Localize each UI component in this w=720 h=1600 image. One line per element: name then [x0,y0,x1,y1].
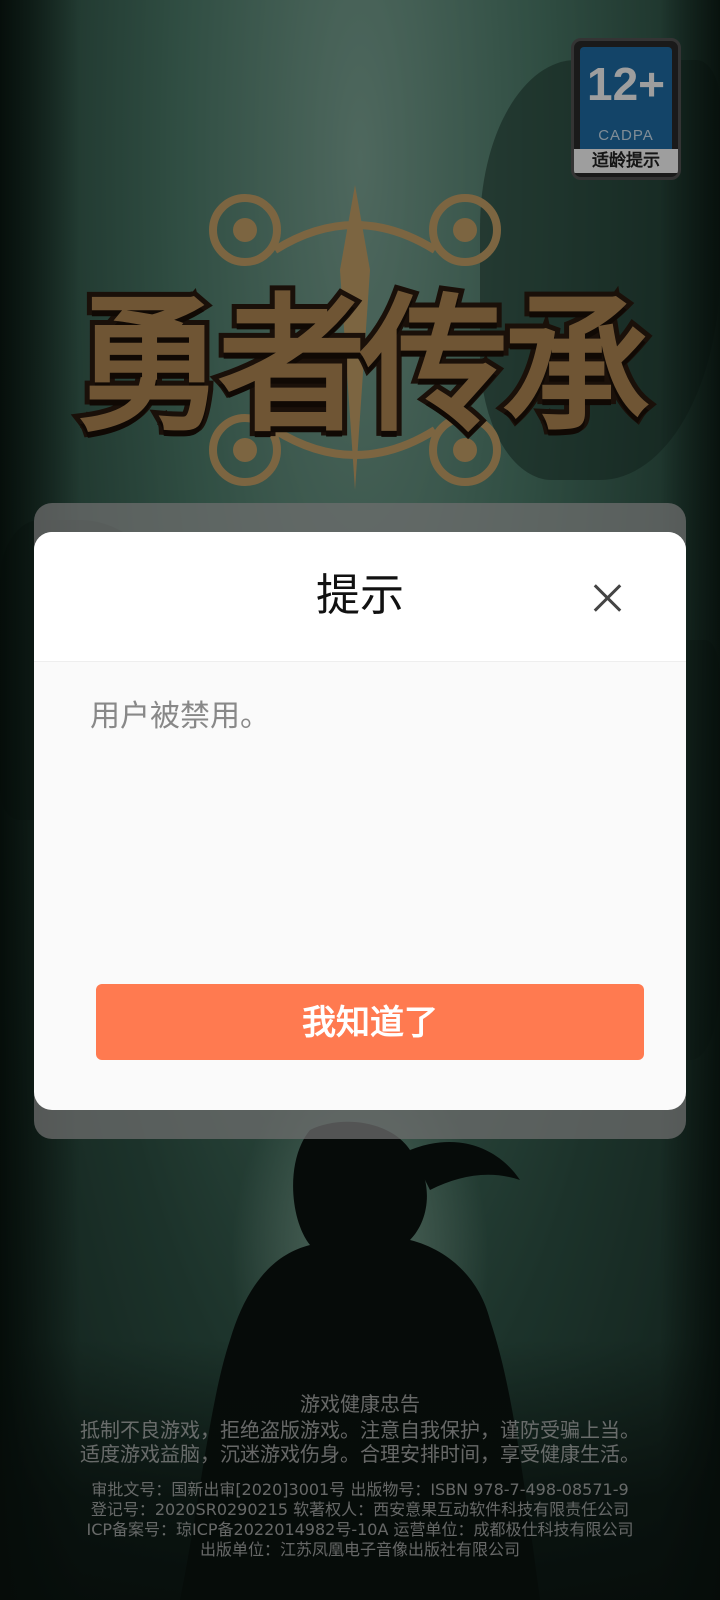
dialog-message: 用户被禁用。 [90,699,270,734]
dialog-title: 提示 [316,570,404,621]
close-icon[interactable] [590,580,626,616]
confirm-button[interactable]: 我知道了 [96,984,644,1060]
game-launch-screen: 勇者传承 12+ CADPA 适龄提示 游戏健康忠告 抵制不良游戏，拒绝盗版游戏… [0,0,720,1600]
dialog-header: 提示 [34,532,686,662]
alert-dialog: 提示 用户被禁用。 我知道了 [34,532,686,1110]
